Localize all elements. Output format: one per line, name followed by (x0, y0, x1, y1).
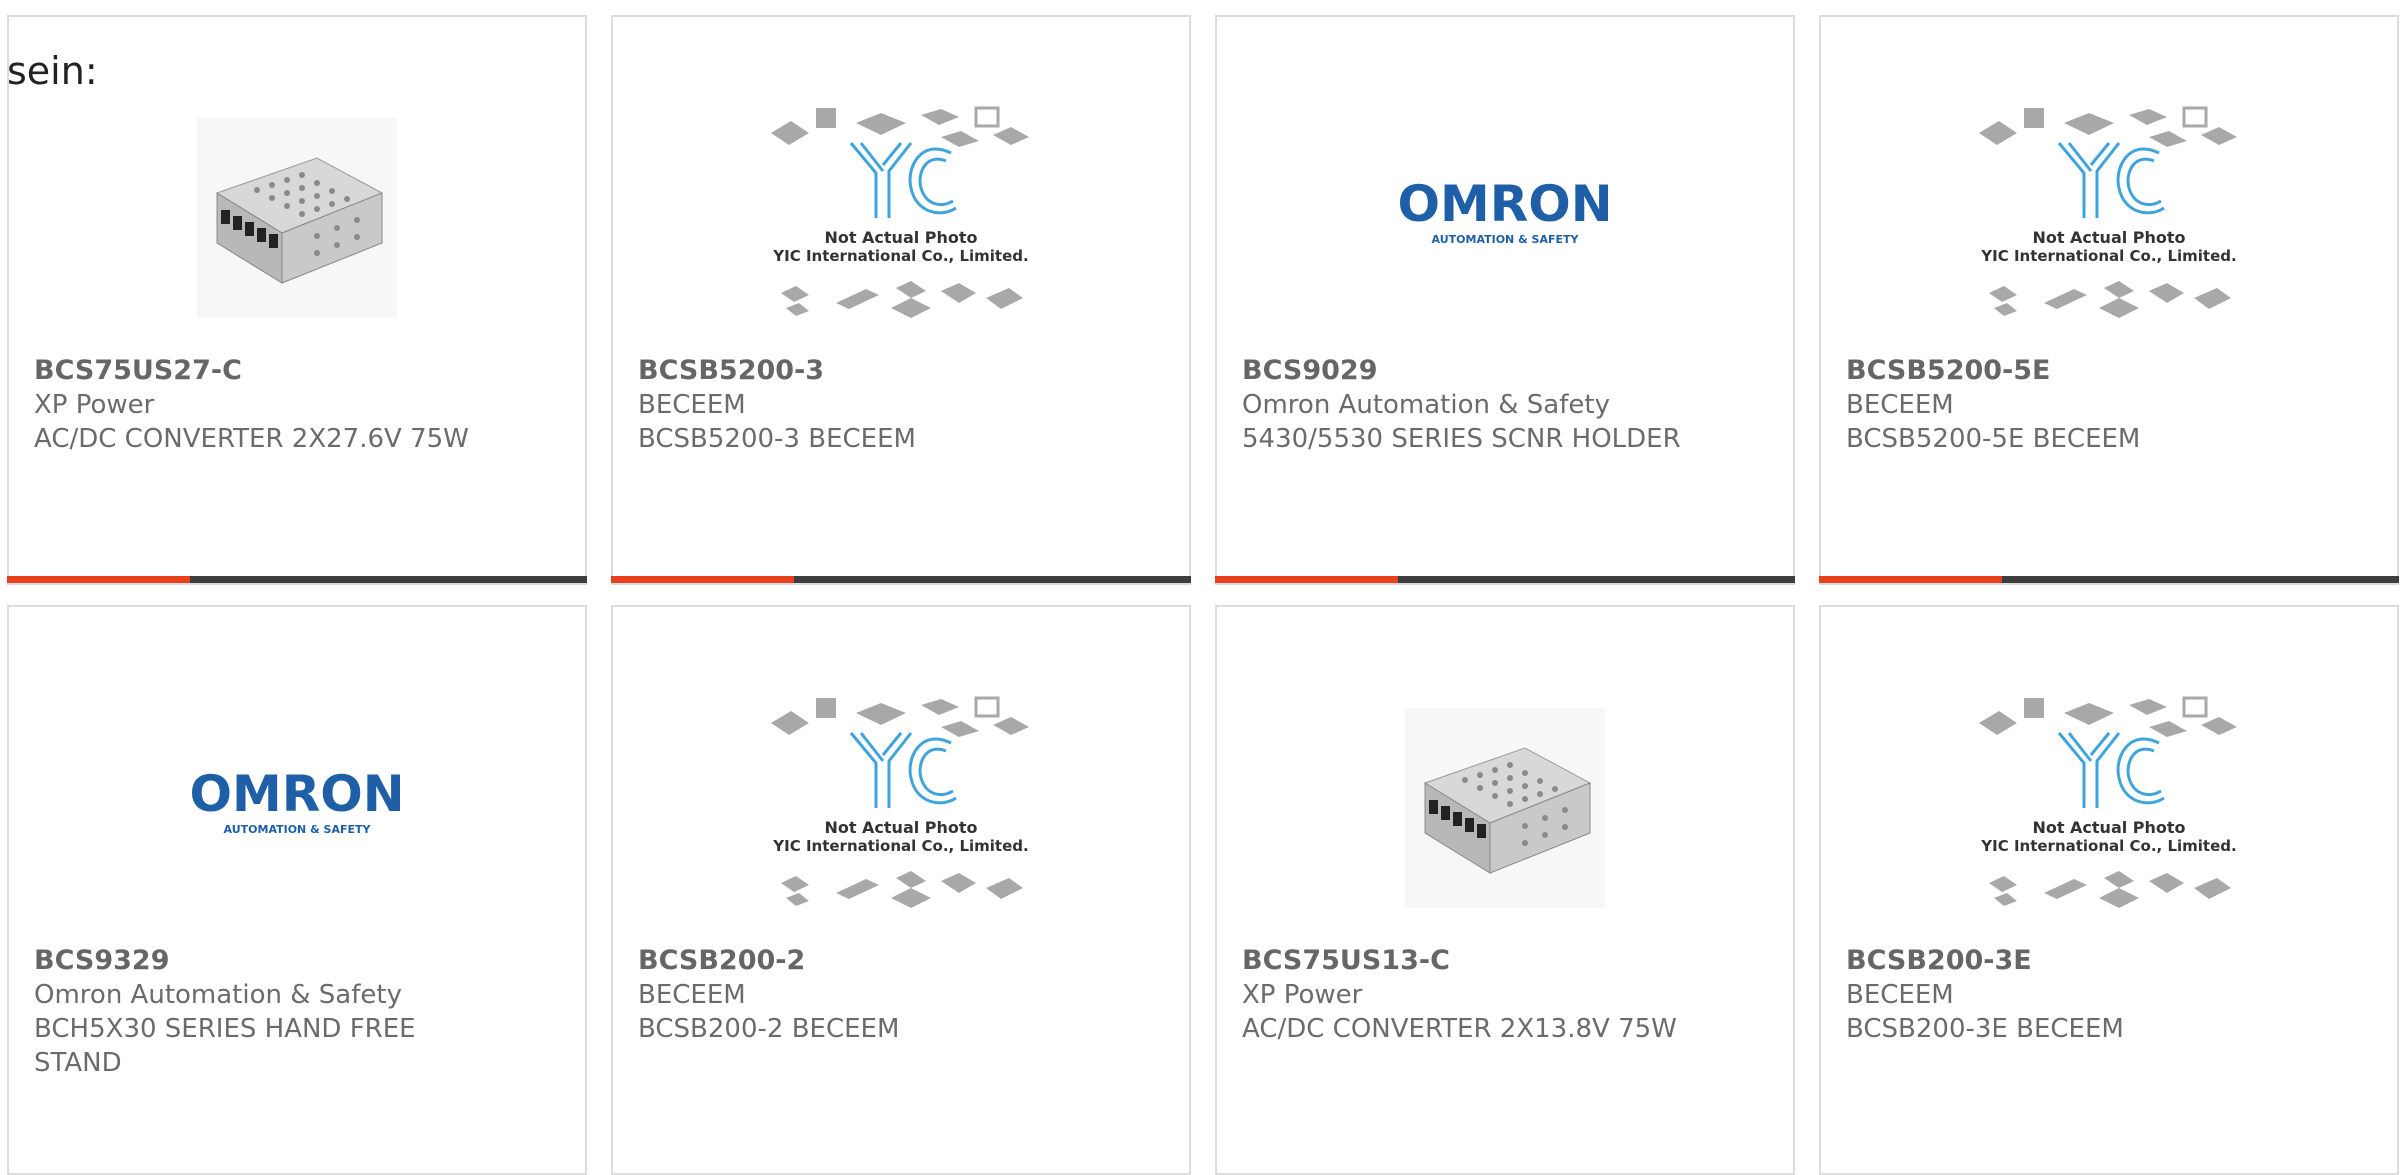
description: BCH5X30 SERIES HAND FREE STAND (34, 1014, 416, 1078)
omron-logo-text: OMRON (1397, 175, 1612, 233)
placeholder-company: YIC International Co., Limited. (772, 247, 1028, 265)
part-number[interactable]: BCSB5200-5E (1846, 354, 2286, 388)
card-footer-accent (7, 576, 190, 583)
product-image[interactable]: OMRON AUTOMATION & SAFETY (1217, 77, 1793, 359)
product-grid: BCS75US27-C XP Power AC/DC CONVERTER 2X2… (0, 0, 2400, 1175)
product-card[interactable]: Not Actual Photo YIC International Co., … (1819, 15, 2399, 585)
product-image[interactable] (1217, 667, 1793, 949)
manufacturer: XP Power (34, 390, 155, 420)
product-image[interactable]: Not Actual Photo YIC International Co., … (1821, 77, 2397, 359)
lead-text: sein: (7, 49, 98, 93)
part-number[interactable]: BCS9029 (1242, 354, 1682, 388)
card-footer-accent (1819, 576, 2002, 583)
product-card[interactable]: Not Actual Photo YIC International Co., … (611, 605, 1191, 1175)
yic-placeholder-image: Not Actual Photo YIC International Co., … (1979, 696, 2237, 908)
product-image[interactable]: Not Actual Photo YIC International Co., … (613, 667, 1189, 949)
part-number[interactable]: BCSB200-2 (638, 944, 1078, 978)
part-number[interactable]: BCSB200-3E (1846, 944, 2286, 978)
description: AC/DC CONVERTER 2X27.6V 75W (34, 424, 469, 454)
manufacturer: Omron Automation & Safety (1242, 390, 1610, 420)
placeholder-note: Not Actual Photo (2032, 228, 2185, 247)
manufacturer: XP Power (1242, 980, 1363, 1010)
part-number[interactable]: BCSB5200-3 (638, 354, 1078, 388)
placeholder-note: Not Actual Photo (824, 228, 977, 247)
omron-logo-tagline: AUTOMATION & SAFETY (1432, 233, 1580, 246)
description: 5430/5530 SERIES SCNR HOLDER (1242, 424, 1681, 454)
card-footer-bar (1819, 576, 2399, 583)
omron-logo-text: OMRON (189, 765, 404, 823)
part-number[interactable]: BCS9329 (34, 944, 474, 978)
placeholder-note: Not Actual Photo (824, 818, 977, 837)
manufacturer: BECEEM (1846, 980, 1954, 1010)
product-card[interactable]: OMRON AUTOMATION & SAFETY BCS9329 Omron … (7, 605, 587, 1175)
card-footer-bar (611, 576, 1191, 583)
manufacturer: BECEEM (1846, 390, 1954, 420)
card-footer-accent (611, 576, 794, 583)
yic-placeholder-image: Not Actual Photo YIC International Co., … (771, 106, 1029, 318)
omron-logo-image: OMRON AUTOMATION & SAFETY (189, 765, 404, 836)
card-footer-accent (1215, 576, 1398, 583)
product-card[interactable]: BCS75US13-C XP Power AC/DC CONVERTER 2X1… (1215, 605, 1795, 1175)
description: BCSB200-2 BECEEM (638, 1014, 900, 1044)
product-card[interactable]: BCS75US27-C XP Power AC/DC CONVERTER 2X2… (7, 15, 587, 585)
placeholder-company: YIC International Co., Limited. (1980, 837, 2236, 855)
product-image[interactable]: OMRON AUTOMATION & SAFETY (9, 667, 585, 949)
power-supply-image (1405, 708, 1605, 908)
omron-logo-image: OMRON AUTOMATION & SAFETY (1397, 175, 1612, 246)
manufacturer: Omron Automation & Safety (34, 980, 402, 1010)
product-image[interactable]: Not Actual Photo YIC International Co., … (1821, 667, 2397, 949)
card-footer-bar (7, 576, 587, 583)
product-card[interactable]: OMRON AUTOMATION & SAFETY BCS9029 Omron … (1215, 15, 1795, 585)
omron-logo-tagline: AUTOMATION & SAFETY (224, 823, 372, 836)
manufacturer: BECEEM (638, 980, 746, 1010)
product-card[interactable]: Not Actual Photo YIC International Co., … (1819, 605, 2399, 1175)
part-number[interactable]: BCS75US13-C (1242, 944, 1682, 978)
product-image[interactable] (9, 77, 585, 359)
power-supply-image (197, 118, 397, 318)
description: BCSB5200-3 BECEEM (638, 424, 916, 454)
product-image[interactable]: Not Actual Photo YIC International Co., … (613, 77, 1189, 359)
part-number[interactable]: BCS75US27-C (34, 354, 474, 388)
placeholder-note: Not Actual Photo (2032, 818, 2185, 837)
description: BCSB200-3E BECEEM (1846, 1014, 2124, 1044)
manufacturer: BECEEM (638, 390, 746, 420)
yic-placeholder-image: Not Actual Photo YIC International Co., … (1979, 106, 2237, 318)
placeholder-company: YIC International Co., Limited. (1980, 247, 2236, 265)
description: BCSB5200-5E BECEEM (1846, 424, 2141, 454)
description: AC/DC CONVERTER 2X13.8V 75W (1242, 1014, 1677, 1044)
product-card[interactable]: Not Actual Photo YIC International Co., … (611, 15, 1191, 585)
yic-placeholder-image: Not Actual Photo YIC International Co., … (771, 696, 1029, 908)
placeholder-company: YIC International Co., Limited. (772, 837, 1028, 855)
card-footer-bar (1215, 576, 1795, 583)
